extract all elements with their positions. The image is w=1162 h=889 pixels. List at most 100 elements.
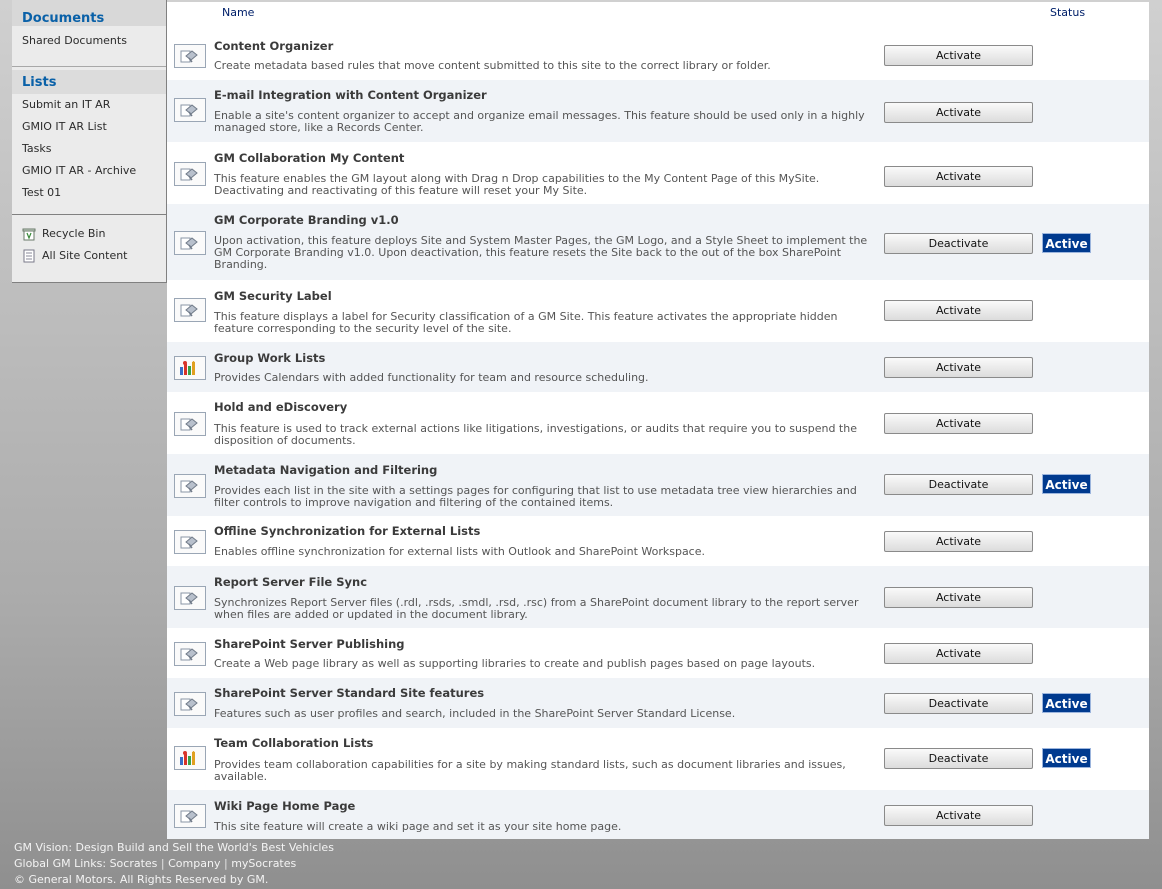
status-badge: Active: [1042, 748, 1091, 768]
deactivate-button[interactable]: Deactivate: [884, 693, 1033, 714]
feature-description: This feature is used to track external a…: [214, 422, 857, 447]
generic-feature-icon: [174, 44, 206, 68]
feature-row: Report Server File Sync Synchronizes Repo…: [167, 566, 1149, 628]
feature-row: GM Collaboration My Content This feature …: [167, 142, 1149, 204]
status-badge: Active: [1042, 693, 1091, 713]
feature-description: Enables offline synchronization for exte…: [214, 545, 705, 558]
feature-description: This site feature will create a wiki pag…: [214, 820, 622, 833]
all-site-content-label: All Site Content: [42, 249, 128, 262]
feature-row: SharePoint Server Standard Site features…: [167, 678, 1149, 728]
activate-button[interactable]: Activate: [884, 643, 1033, 664]
nav-item-all-site-content[interactable]: All Site Content: [12, 245, 166, 267]
feature-title: Offline Synchronization for External Lis…: [214, 524, 481, 538]
deactivate-button[interactable]: Deactivate: [884, 748, 1033, 769]
activate-button[interactable]: Activate: [884, 805, 1033, 826]
footer-separator: |: [223, 857, 228, 870]
feature-description: Provides each list in the site with a se…: [214, 484, 857, 509]
feature-description: Upon activation, this feature deploys Si…: [214, 234, 868, 271]
generic-feature-icon: [174, 692, 206, 716]
activate-button[interactable]: Activate: [884, 357, 1033, 378]
feature-description: Provides team collaboration capabilities…: [214, 758, 846, 783]
activate-button[interactable]: Activate: [884, 413, 1033, 434]
nav-header-documents[interactable]: Documents: [12, 0, 166, 26]
feature-row: Content Organizer Create metadata based r…: [167, 30, 1149, 80]
column-header-name[interactable]: Name: [222, 6, 254, 19]
footer-global-links: Global GM Links: Socrates | Company | my…: [14, 856, 1154, 872]
footer-links-label: Global GM Links:: [14, 857, 107, 870]
activate-button[interactable]: Activate: [884, 587, 1033, 608]
footer-link-socrates[interactable]: Socrates: [110, 857, 158, 870]
feature-title: Content Organizer: [214, 39, 334, 53]
page-footer: GM Vision: Design Build and Sell the Wor…: [14, 840, 1154, 888]
left-navigation: Documents Shared Documents Lists Submit …: [12, 0, 167, 283]
feature-description: Create metadata based rules that move co…: [214, 59, 771, 72]
footer-vision: GM Vision: Design Build and Sell the Wor…: [14, 841, 334, 854]
nav-item-tasks[interactable]: Tasks: [12, 138, 166, 160]
feature-row: GM Corporate Branding v1.0 Upon activatio…: [167, 204, 1149, 280]
feature-row: Group Work Lists Provides Calendars with …: [167, 342, 1149, 392]
feature-title: GM Collaboration My Content: [214, 151, 405, 165]
generic-feature-icon: [174, 474, 206, 498]
team-lists-icon: [174, 356, 206, 380]
team-lists-icon: [174, 746, 206, 770]
generic-feature-icon: [174, 642, 206, 666]
nav-item-recycle-bin[interactable]: Recycle Bin: [12, 223, 166, 245]
feature-row: Hold and eDiscovery This feature is used …: [167, 392, 1149, 454]
feature-row: Offline Synchronization for External Lis…: [167, 516, 1149, 566]
all-site-content-icon: [23, 249, 35, 263]
features-list: Name Status Content Organizer Create meta…: [167, 2, 1149, 839]
activate-button[interactable]: Activate: [884, 102, 1033, 123]
feature-description: This feature enables the GM layout along…: [214, 172, 820, 197]
feature-description: Features such as user profiles and searc…: [214, 707, 736, 720]
status-badge: Active: [1042, 474, 1091, 494]
footer-link-company[interactable]: Company: [168, 857, 220, 870]
generic-feature-icon: [174, 231, 206, 255]
footer-separator: |: [160, 857, 165, 870]
nav-item-test-01[interactable]: Test 01: [12, 182, 166, 204]
generic-feature-icon: [174, 412, 206, 436]
feature-row: Wiki Page Home Page This site feature wil…: [167, 790, 1149, 839]
feature-row: Metadata Navigation and Filtering Provide…: [167, 454, 1149, 516]
feature-title: Metadata Navigation and Filtering: [214, 463, 438, 477]
generic-feature-icon: [174, 98, 206, 122]
activate-button[interactable]: Activate: [884, 300, 1033, 321]
feature-description: Create a Web page library as well as sup…: [214, 657, 816, 670]
activate-button[interactable]: Activate: [884, 166, 1033, 187]
feature-title: Wiki Page Home Page: [214, 799, 356, 813]
feature-row: Team Collaboration Lists Provides team co…: [167, 728, 1149, 790]
deactivate-button[interactable]: Deactivate: [884, 233, 1033, 254]
generic-feature-icon: [174, 804, 206, 828]
feature-title: Report Server File Sync: [214, 575, 368, 589]
nav-item-submit-it-ar[interactable]: Submit an IT AR: [12, 94, 166, 116]
footer-link-mysocrates[interactable]: mySocrates: [231, 857, 296, 870]
nav-item-gmio-it-ar-archive[interactable]: GMIO IT AR - Archive: [12, 160, 166, 182]
status-badge: Active: [1042, 233, 1091, 253]
feature-row: SharePoint Server Publishing Create a Web…: [167, 628, 1149, 678]
generic-feature-icon: [174, 162, 206, 186]
feature-row: GM Security Label This feature displays a…: [167, 280, 1149, 342]
feature-title: Group Work Lists: [214, 351, 326, 365]
feature-title: GM Corporate Branding v1.0: [214, 213, 399, 227]
feature-title: SharePoint Server Standard Site features: [214, 686, 485, 700]
activate-button[interactable]: Activate: [884, 531, 1033, 552]
generic-feature-icon: [174, 298, 206, 322]
feature-description: This feature displays a label for Securi…: [214, 310, 838, 335]
footer-copyright: © General Motors. All Rights Reserved by…: [14, 873, 269, 886]
feature-row: E-mail Integration with Content Organize…: [167, 80, 1149, 142]
feature-title: E-mail Integration with Content Organize…: [214, 88, 487, 102]
column-header-status[interactable]: Status: [1050, 6, 1085, 19]
feature-description: Synchronizes Report Server files (.rdl, …: [214, 596, 859, 621]
feature-description: Provides Calendars with added functional…: [214, 371, 649, 384]
nav-header-lists[interactable]: Lists: [12, 70, 166, 94]
feature-title: SharePoint Server Publishing: [214, 637, 405, 651]
generic-feature-icon: [174, 586, 206, 610]
recycle-bin-icon: [22, 228, 36, 241]
feature-title: Hold and eDiscovery: [214, 400, 348, 414]
deactivate-button[interactable]: Deactivate: [884, 474, 1033, 495]
feature-title: GM Security Label: [214, 289, 332, 303]
nav-item-gmio-it-ar-list[interactable]: GMIO IT AR List: [12, 116, 166, 138]
nav-item-shared-documents[interactable]: Shared Documents: [12, 30, 166, 52]
activate-button[interactable]: Activate: [884, 45, 1033, 66]
feature-title: Team Collaboration Lists: [214, 736, 374, 750]
generic-feature-icon: [174, 530, 206, 554]
